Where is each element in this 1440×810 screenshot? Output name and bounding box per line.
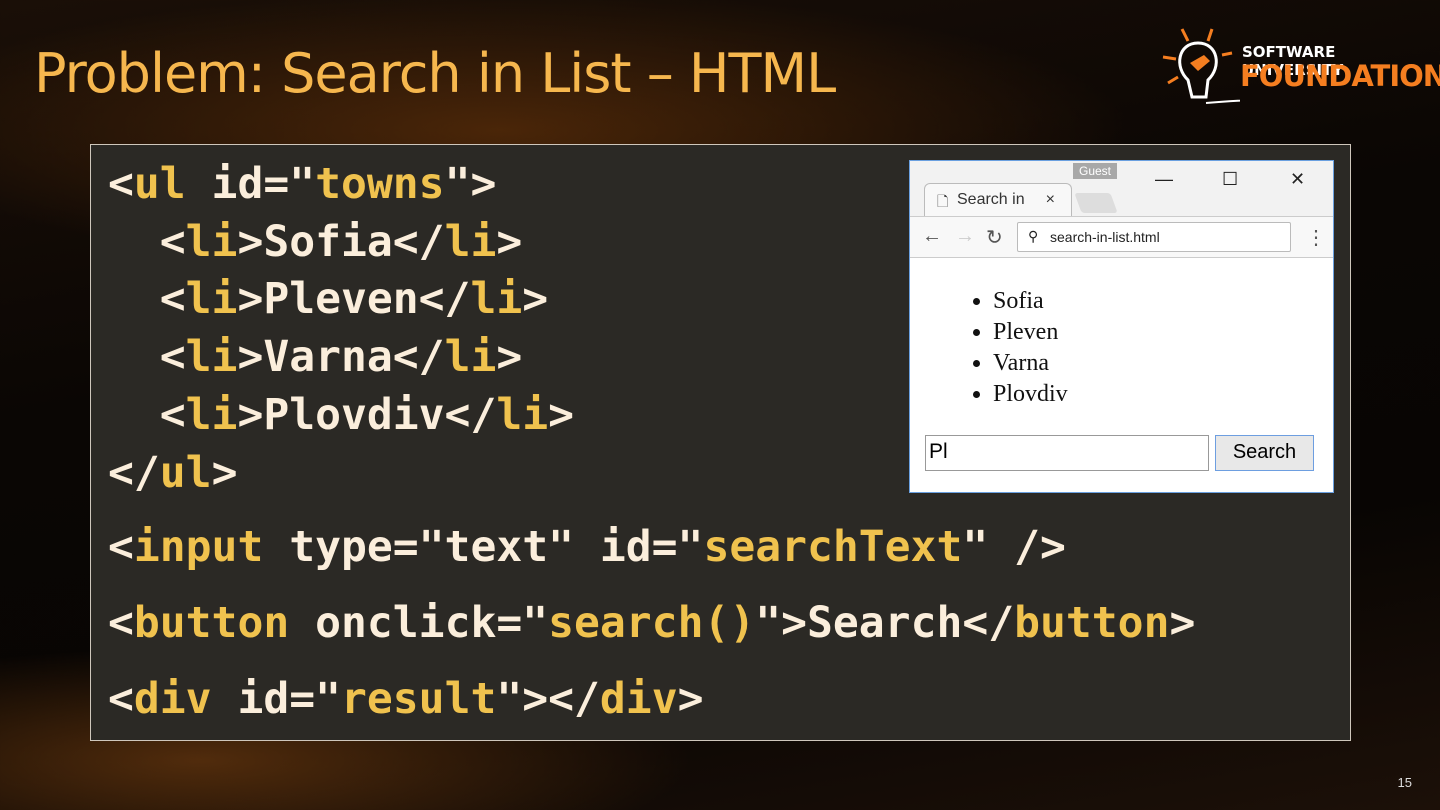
tab-close-button[interactable]: ×	[1046, 191, 1055, 209]
search-input[interactable]: Pl	[925, 435, 1209, 471]
page-number: 15	[1397, 775, 1412, 790]
forward-button[interactable]: →	[955, 225, 975, 248]
code-text: >	[211, 448, 238, 498]
code-tag-name: li	[185, 217, 238, 267]
url-text: search-in-list.html	[1050, 229, 1160, 245]
minimize-button[interactable]: —	[1155, 169, 1173, 190]
code-text: <	[108, 674, 134, 724]
code-line: <div id="result"></div>	[108, 674, 703, 724]
code-text: >	[548, 390, 575, 440]
code-text: <	[108, 390, 186, 440]
code-line: <ul id="towns">	[108, 159, 496, 209]
code-text: <	[108, 522, 134, 572]
code-line: <input type="text" id="searchText" />	[108, 522, 1066, 572]
maximize-button[interactable]: ☐	[1222, 169, 1238, 190]
page-icon: 🗋	[937, 193, 949, 209]
software-university-logo: SOFTWARE UNIVERSITY FOUNDATION	[1160, 25, 1440, 110]
search-icon: ⚲	[1028, 228, 1039, 244]
code-tag-name: button	[133, 598, 290, 648]
profile-badge[interactable]: Guest	[1073, 163, 1118, 179]
code-text: </	[108, 448, 160, 498]
code-tag-name: li	[470, 274, 523, 324]
code-text: id="	[211, 674, 342, 724]
logo-line2: FOUNDATION	[1240, 59, 1440, 93]
code-text: <	[108, 217, 186, 267]
code-tag-name: input	[133, 522, 264, 572]
code-text: >	[522, 274, 549, 324]
code-text: >Varna</	[237, 332, 445, 382]
code-text: "></	[496, 674, 600, 724]
code-line: <li>Sofia</li>	[108, 217, 522, 267]
code-tag-name: li	[444, 217, 497, 267]
code-tag-name: ul	[133, 159, 186, 209]
code-text: >Pleven</	[237, 274, 471, 324]
code-line: <li>Varna</li>	[108, 332, 522, 382]
code-line: <button onclick="search()">Search</butto…	[108, 598, 1195, 648]
code-tag-name: li	[444, 332, 497, 382]
code-text: onclick="	[289, 598, 549, 648]
code-text: <	[108, 598, 134, 648]
code-text: >	[1169, 598, 1196, 648]
code-text: <	[108, 274, 186, 324]
new-tab-button[interactable]	[1074, 193, 1118, 213]
towns-list: Sofia Pleven Varna Plovdiv	[993, 286, 1068, 410]
browser-titlebar: Guest — ☐ ✕ 🗋 Search in ×	[910, 161, 1333, 217]
code-text: >Sofia</	[237, 217, 445, 267]
code-attr-value: search()	[548, 598, 756, 648]
list-item: Pleven	[993, 317, 1068, 348]
code-tag-name: button	[1014, 598, 1170, 648]
code-tag-name: li	[496, 390, 549, 440]
code-line: <li>Pleven</li>	[108, 274, 548, 324]
close-window-button[interactable]: ✕	[1290, 169, 1305, 190]
code-tag-name: li	[185, 332, 238, 382]
slide-title: Problem: Search in List – HTML	[34, 42, 836, 105]
code-tag-name: div	[599, 674, 678, 724]
back-button[interactable]: ←	[922, 225, 942, 248]
code-text: <	[108, 159, 134, 209]
code-tag-name: li	[185, 274, 238, 324]
code-tag-name: li	[185, 390, 238, 440]
address-bar[interactable]: ⚲ search-in-list.html	[1017, 222, 1291, 252]
list-item: Varna	[993, 348, 1068, 379]
reload-button[interactable]: ↻	[986, 225, 1003, 250]
code-text: >	[496, 217, 523, 267]
menu-button[interactable]: ⋮	[1306, 225, 1326, 250]
code-text: id="	[185, 159, 316, 209]
code-text: >	[496, 332, 523, 382]
code-line: </ul>	[108, 448, 237, 498]
code-text: <	[108, 332, 186, 382]
browser-window: Guest — ☐ ✕ 🗋 Search in × ← → ↻ ⚲ search…	[909, 160, 1334, 493]
code-text: ">	[444, 159, 497, 209]
code-text: " />	[962, 522, 1066, 572]
code-text: >Plovdiv</	[237, 390, 497, 440]
search-button[interactable]: Search	[1215, 435, 1314, 471]
code-tag-name: div	[133, 674, 212, 724]
code-attr-value: towns	[315, 159, 445, 209]
lightbulb-icon	[1162, 28, 1426, 104]
code-text: >	[677, 674, 704, 724]
code-text: type="text" id="	[263, 522, 704, 572]
tab-title: Search in	[957, 191, 1025, 208]
code-line: <li>Plovdiv</li>	[108, 390, 574, 440]
list-item: Sofia	[993, 286, 1068, 317]
code-attr-value: result	[341, 674, 497, 724]
code-tag-name: ul	[159, 448, 212, 498]
list-item: Plovdiv	[993, 379, 1068, 410]
code-attr-value: searchText	[703, 522, 963, 572]
code-text: ">Search</	[755, 598, 1015, 648]
browser-tab[interactable]: 🗋 Search in ×	[924, 183, 1072, 217]
browser-toolbar: ← → ↻ ⚲ search-in-list.html ⋮	[910, 216, 1333, 258]
